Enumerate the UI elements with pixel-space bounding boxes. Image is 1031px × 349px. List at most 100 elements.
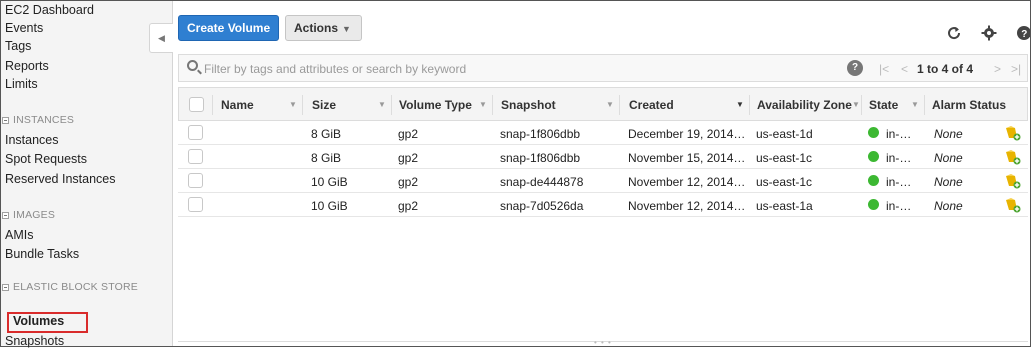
cell-snapshot: snap-1f806dbb: [500, 151, 581, 165]
cell-snapshot: snap-7d0526da: [500, 199, 584, 213]
row-checkbox[interactable]: [188, 149, 203, 164]
sidebar-item-volumes[interactable]: Volumes: [13, 314, 64, 329]
sort-icon[interactable]: ▼: [736, 100, 744, 109]
collapse-icon[interactable]: [2, 283, 9, 291]
resize-handle-icon[interactable]: • • •: [594, 338, 612, 347]
cell-availability-zone: us-east-1c: [756, 175, 813, 189]
cell-size: 10 GiB: [311, 175, 348, 189]
sort-icon[interactable]: ▼: [606, 100, 614, 109]
sort-icon[interactable]: ▼: [378, 100, 386, 109]
cell-alarm-status: None: [934, 199, 963, 213]
cell-state: in-…: [886, 127, 912, 141]
table-row[interactable]: 8 GiB gp2 snap-1f806dbb December 19, 201…: [178, 122, 1028, 145]
sidebar-item-instances[interactable]: Instances: [5, 133, 59, 148]
state-indicator-icon: [868, 127, 879, 138]
collapse-icon[interactable]: [2, 211, 9, 219]
previous-page-button[interactable]: <: [901, 62, 908, 76]
column-header-state[interactable]: State: [869, 98, 898, 112]
row-checkbox[interactable]: [188, 173, 203, 188]
sort-icon[interactable]: ▼: [852, 100, 860, 109]
sidebar-item-limits[interactable]: Limits: [5, 77, 38, 92]
table-header: Name ▼ Size ▼ Volume Type ▼ Snapshot ▼ C…: [178, 87, 1028, 121]
sidebar: EC2 Dashboard Events Tags Reports Limits…: [1, 1, 173, 348]
sidebar-item-events[interactable]: Events: [5, 21, 43, 36]
column-divider: [1027, 95, 1028, 115]
add-alarm-icon[interactable]: [1005, 173, 1021, 189]
collapse-sidebar-button[interactable]: ◀: [149, 23, 173, 53]
cell-snapshot: snap-1f806dbb: [500, 127, 581, 141]
column-header-alarm-status[interactable]: Alarm Status: [932, 98, 1006, 112]
section-images[interactable]: IMAGES: [2, 209, 55, 221]
help-icon[interactable]: ?: [847, 60, 863, 76]
sidebar-item-spot-requests[interactable]: Spot Requests: [5, 152, 87, 167]
column-divider: [212, 95, 213, 115]
help-icon[interactable]: ?: [1016, 25, 1030, 41]
refresh-icon[interactable]: [946, 25, 962, 41]
cell-created: November 15, 2014…: [628, 151, 746, 165]
main-content: Create Volume Actions ▼ ? Filter by tags …: [174, 1, 1030, 347]
column-header-availability-zone[interactable]: Availability Zone: [757, 98, 852, 112]
first-page-button[interactable]: |<: [879, 62, 889, 76]
column-divider: [492, 95, 493, 115]
cell-alarm-status: None: [934, 175, 963, 189]
collapse-icon[interactable]: [2, 116, 9, 124]
section-label: INSTANCES: [13, 114, 75, 126]
sidebar-item-reserved-instances[interactable]: Reserved Instances: [5, 172, 115, 187]
section-elastic-block-store[interactable]: ELASTIC BLOCK STORE: [2, 281, 138, 293]
row-checkbox[interactable]: [188, 197, 203, 212]
filter-bar: Filter by tags and attributes or search …: [178, 54, 1028, 82]
cell-created: November 12, 2014…: [628, 199, 746, 213]
add-alarm-icon[interactable]: [1005, 149, 1021, 165]
next-page-button[interactable]: >: [994, 62, 1001, 76]
column-divider: [749, 95, 750, 115]
column-header-snapshot[interactable]: Snapshot: [501, 98, 556, 112]
section-label: IMAGES: [13, 209, 56, 221]
column-header-volume-type[interactable]: Volume Type: [399, 98, 472, 112]
cell-availability-zone: us-east-1a: [756, 199, 813, 213]
section-instances[interactable]: INSTANCES: [2, 114, 74, 126]
gear-icon[interactable]: [981, 25, 997, 41]
column-header-name[interactable]: Name: [221, 98, 254, 112]
svg-text:?: ?: [1021, 29, 1027, 40]
cell-size: 8 GiB: [311, 127, 342, 141]
sidebar-item-amis[interactable]: AMIs: [5, 228, 33, 243]
cell-availability-zone: us-east-1c: [756, 151, 813, 165]
state-indicator-icon: [868, 151, 879, 162]
cell-created: December 19, 2014…: [628, 127, 746, 141]
sidebar-item-tags[interactable]: Tags: [5, 39, 31, 54]
state-indicator-icon: [868, 199, 879, 210]
cell-volume-type: gp2: [398, 127, 419, 141]
column-divider: [302, 95, 303, 115]
search-icon: [187, 60, 198, 71]
add-alarm-icon[interactable]: [1005, 125, 1021, 141]
column-header-size[interactable]: Size: [312, 98, 336, 112]
actions-dropdown[interactable]: Actions ▼: [285, 15, 362, 41]
sidebar-item-bundle-tasks[interactable]: Bundle Tasks: [5, 247, 79, 262]
row-checkbox[interactable]: [188, 125, 203, 140]
cell-created: November 12, 2014…: [628, 175, 746, 189]
table-row[interactable]: 8 GiB gp2 snap-1f806dbb November 15, 201…: [178, 146, 1028, 169]
sort-icon[interactable]: ▼: [479, 100, 487, 109]
table-row[interactable]: 10 GiB gp2 snap-de444878 November 12, 20…: [178, 170, 1028, 193]
chevron-left-icon: ◀: [158, 32, 165, 43]
cell-alarm-status: None: [934, 151, 963, 165]
cell-volume-type: gp2: [398, 199, 419, 213]
select-all-checkbox[interactable]: [189, 97, 204, 112]
sort-icon[interactable]: ▼: [289, 100, 297, 109]
filter-input[interactable]: Filter by tags and attributes or search …: [204, 62, 466, 76]
cell-state: in-…: [886, 199, 912, 213]
sidebar-item-reports[interactable]: Reports: [5, 59, 49, 74]
actions-label: Actions: [294, 21, 339, 35]
sort-icon[interactable]: ▼: [911, 100, 919, 109]
column-divider: [391, 95, 392, 115]
last-page-button[interactable]: >|: [1011, 62, 1021, 76]
add-alarm-icon[interactable]: [1005, 197, 1021, 213]
column-header-created[interactable]: Created: [629, 98, 674, 112]
cell-volume-type: gp2: [398, 151, 419, 165]
pagination-text: 1 to 4 of 4: [917, 62, 974, 76]
sidebar-item-ec2-dashboard[interactable]: EC2 Dashboard: [5, 3, 94, 18]
create-volume-button[interactable]: Create Volume: [178, 15, 280, 41]
cell-alarm-status: None: [934, 127, 963, 141]
table-row[interactable]: 10 GiB gp2 snap-7d0526da November 12, 20…: [178, 194, 1028, 217]
state-indicator-icon: [868, 175, 879, 186]
